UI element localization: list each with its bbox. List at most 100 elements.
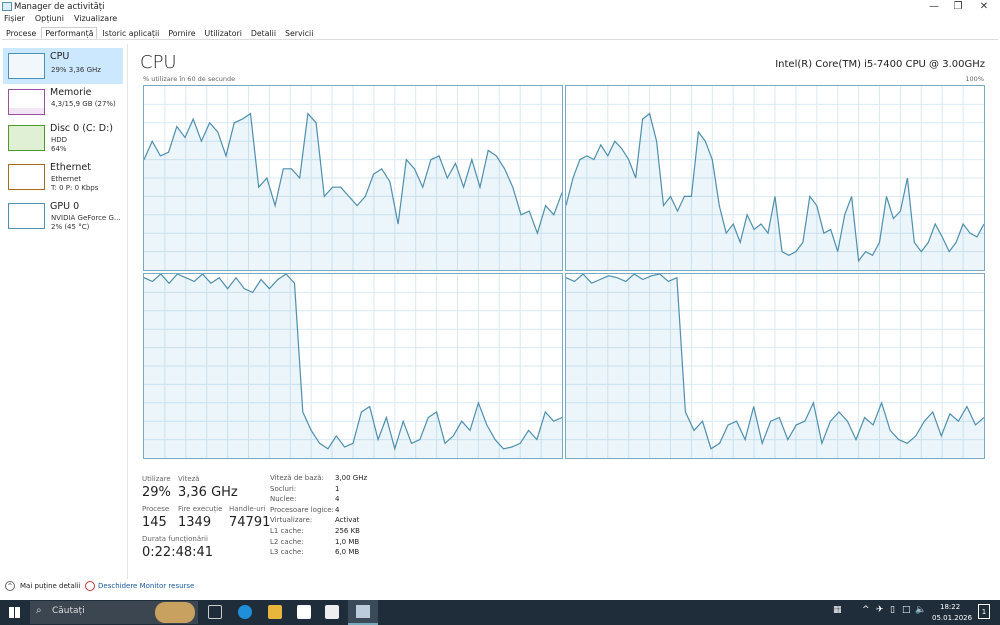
tab-app-history[interactable]: Istoric aplicații xyxy=(98,27,163,39)
sidebar-item-disk[interactable]: Disc 0 (C: D:) HDD 64% xyxy=(3,120,123,156)
file-explorer-icon[interactable] xyxy=(268,605,282,619)
search-highlight-image xyxy=(155,602,195,623)
clock-time[interactable]: 18:22 xyxy=(940,603,960,611)
processes-value: 145 xyxy=(142,515,167,530)
menu-file[interactable]: Fișier xyxy=(4,14,25,23)
search-placeholder: Căutați xyxy=(52,606,85,616)
threads-value: 1349 xyxy=(178,515,212,530)
mail-icon[interactable] xyxy=(325,605,339,619)
disk-thumbnail xyxy=(8,125,45,151)
chevron-up-icon[interactable]: ^ xyxy=(5,581,15,591)
spec-value: 4 xyxy=(335,505,340,514)
taskbar-search-input[interactable]: ⌕ Căutați xyxy=(30,601,198,624)
tab-performance[interactable]: Performanță xyxy=(41,27,98,39)
sidebar-item-detail: Ethernet xyxy=(51,175,82,183)
search-icon: ⌕ xyxy=(36,605,42,616)
menu-options[interactable]: Opțiuni xyxy=(35,14,64,23)
clock-date[interactable]: 05.01.2026 xyxy=(932,614,972,622)
sidebar: CPU 29% 3,36 GHz Memorie 4,3/15,9 GB (27… xyxy=(0,44,128,579)
volume-icon[interactable]: 🔈 xyxy=(915,605,926,615)
spec-value: 3,00 GHz xyxy=(335,474,368,482)
sidebar-item-memory[interactable]: Memorie 4,3/15,9 GB (27%) xyxy=(3,84,123,120)
sidebar-item-detail: 2% (45 °C) xyxy=(51,223,90,231)
max-percent-label: 100% xyxy=(965,75,984,83)
windows-start-icon[interactable] xyxy=(9,607,20,618)
ethernet-thumbnail xyxy=(8,164,45,190)
sidebar-item-ethernet[interactable]: Ethernet Ethernet T: 0 P: 0 Kbps xyxy=(3,159,123,195)
spec-value: 4 xyxy=(335,495,340,504)
sidebar-item-gpu[interactable]: GPU 0 NVIDIA GeForce G... 2% (45 °C) xyxy=(3,198,123,234)
sidebar-item-cpu[interactable]: CPU 29% 3,36 GHz xyxy=(3,48,123,84)
store-icon[interactable] xyxy=(297,605,311,619)
cpu-model: Intel(R) Core(TM) i5-7400 CPU @ 3.00GHz xyxy=(775,59,985,70)
display-icon[interactable]: □ xyxy=(902,605,911,615)
sidebar-item-detail: T: 0 P: 0 Kbps xyxy=(51,184,99,192)
spec-label: Viteză de bază: xyxy=(270,474,324,482)
uptime-value: 0:22:48:41 xyxy=(142,545,214,560)
edge-icon[interactable] xyxy=(238,605,252,619)
task-view-icon[interactable] xyxy=(208,605,222,619)
utilization-label: Utilizare xyxy=(142,475,171,483)
spec-label: Virtualizare: xyxy=(270,516,313,525)
notifications-button[interactable]: 1 xyxy=(978,604,990,619)
cpu-core-graph-1 xyxy=(565,85,985,271)
maximize-button[interactable]: ❐ xyxy=(946,0,970,14)
gpu-thumbnail xyxy=(8,203,45,229)
window-title: Manager de activități xyxy=(14,2,105,12)
open-resource-monitor-link[interactable]: Deschidere Monitor resurse xyxy=(98,582,194,590)
sidebar-item-detail: 4,3/15,9 GB (27%) xyxy=(51,100,116,108)
spec-label: Nuclee: xyxy=(270,495,297,504)
spec-value: Activat xyxy=(335,516,360,525)
handles-value: 74791 xyxy=(229,515,271,530)
cpu-core-graph-0 xyxy=(143,85,563,271)
tab-startup[interactable]: Pornire xyxy=(164,27,199,39)
memory-thumbnail xyxy=(8,89,45,115)
spec-value: 6,0 MB xyxy=(335,548,360,557)
taskbar-task-manager[interactable] xyxy=(348,600,378,625)
minimize-button[interactable]: — xyxy=(922,0,946,14)
threads-label: Fire execuție xyxy=(178,505,223,513)
close-button[interactable]: ✕ xyxy=(972,0,996,14)
utilization-value: 29% xyxy=(142,485,171,500)
battery-icon[interactable]: ▯ xyxy=(890,605,895,615)
tab-details[interactable]: Detalii xyxy=(247,27,280,39)
sidebar-item-label: GPU 0 xyxy=(50,201,80,212)
speed-value: 3,36 GHz xyxy=(178,485,238,500)
spec-label: L2 cache: xyxy=(270,537,304,546)
spec-value: 256 KB xyxy=(335,527,360,535)
tab-services[interactable]: Servicii xyxy=(281,27,317,39)
cpu-thumbnail xyxy=(8,53,45,79)
sidebar-item-detail: 29% 3,36 GHz xyxy=(51,66,101,74)
spec-label: L3 cache: xyxy=(270,548,304,557)
fewer-details-link[interactable]: Mai puține detalii xyxy=(20,582,81,590)
network-icon[interactable]: ✈ xyxy=(876,605,884,615)
utilization-label: % utilizare în 60 de secunde xyxy=(143,75,236,83)
menu-view[interactable]: Vizualizare xyxy=(74,14,117,23)
task-manager-icon xyxy=(356,605,370,618)
sidebar-item-detail: 64% xyxy=(51,145,67,153)
uptime-label: Durata funcționării xyxy=(142,535,208,543)
title-bar: Manager de activități — ❐ ✕ xyxy=(0,0,1000,14)
sidebar-item-detail: HDD xyxy=(51,136,68,144)
spec-label: Procesoare logice: xyxy=(270,505,334,514)
sidebar-item-label: Disc 0 (C: D:) xyxy=(50,123,113,134)
spec-label: L1 cache: xyxy=(270,527,304,535)
spec-value: 1 xyxy=(335,484,340,493)
cpu-core-graph-3 xyxy=(565,273,985,459)
speed-label: Viteză xyxy=(178,475,200,483)
menu-bar: Fișier Opțiuni Vizualizare xyxy=(0,14,123,25)
processes-label: Procese xyxy=(142,505,170,513)
chevron-up-icon[interactable]: ^ xyxy=(862,605,870,615)
keyboard-icon[interactable]: ▦ xyxy=(833,605,842,615)
cpu-core-graph-2 xyxy=(143,273,563,459)
sidebar-item-detail: NVIDIA GeForce G... xyxy=(51,214,121,222)
spec-value: 1,0 MB xyxy=(335,537,360,546)
sidebar-item-label: CPU xyxy=(50,51,70,62)
tab-processes[interactable]: Procese xyxy=(2,27,40,39)
page-title: CPU xyxy=(140,52,177,73)
task-manager-icon xyxy=(2,2,12,11)
spec-label: Socluri: xyxy=(270,484,297,493)
tab-bar: Procese Performanță Istoric aplicații Po… xyxy=(2,27,998,40)
handles-label: Handle-uri xyxy=(229,505,266,513)
tab-users[interactable]: Utilizatori xyxy=(201,27,246,39)
